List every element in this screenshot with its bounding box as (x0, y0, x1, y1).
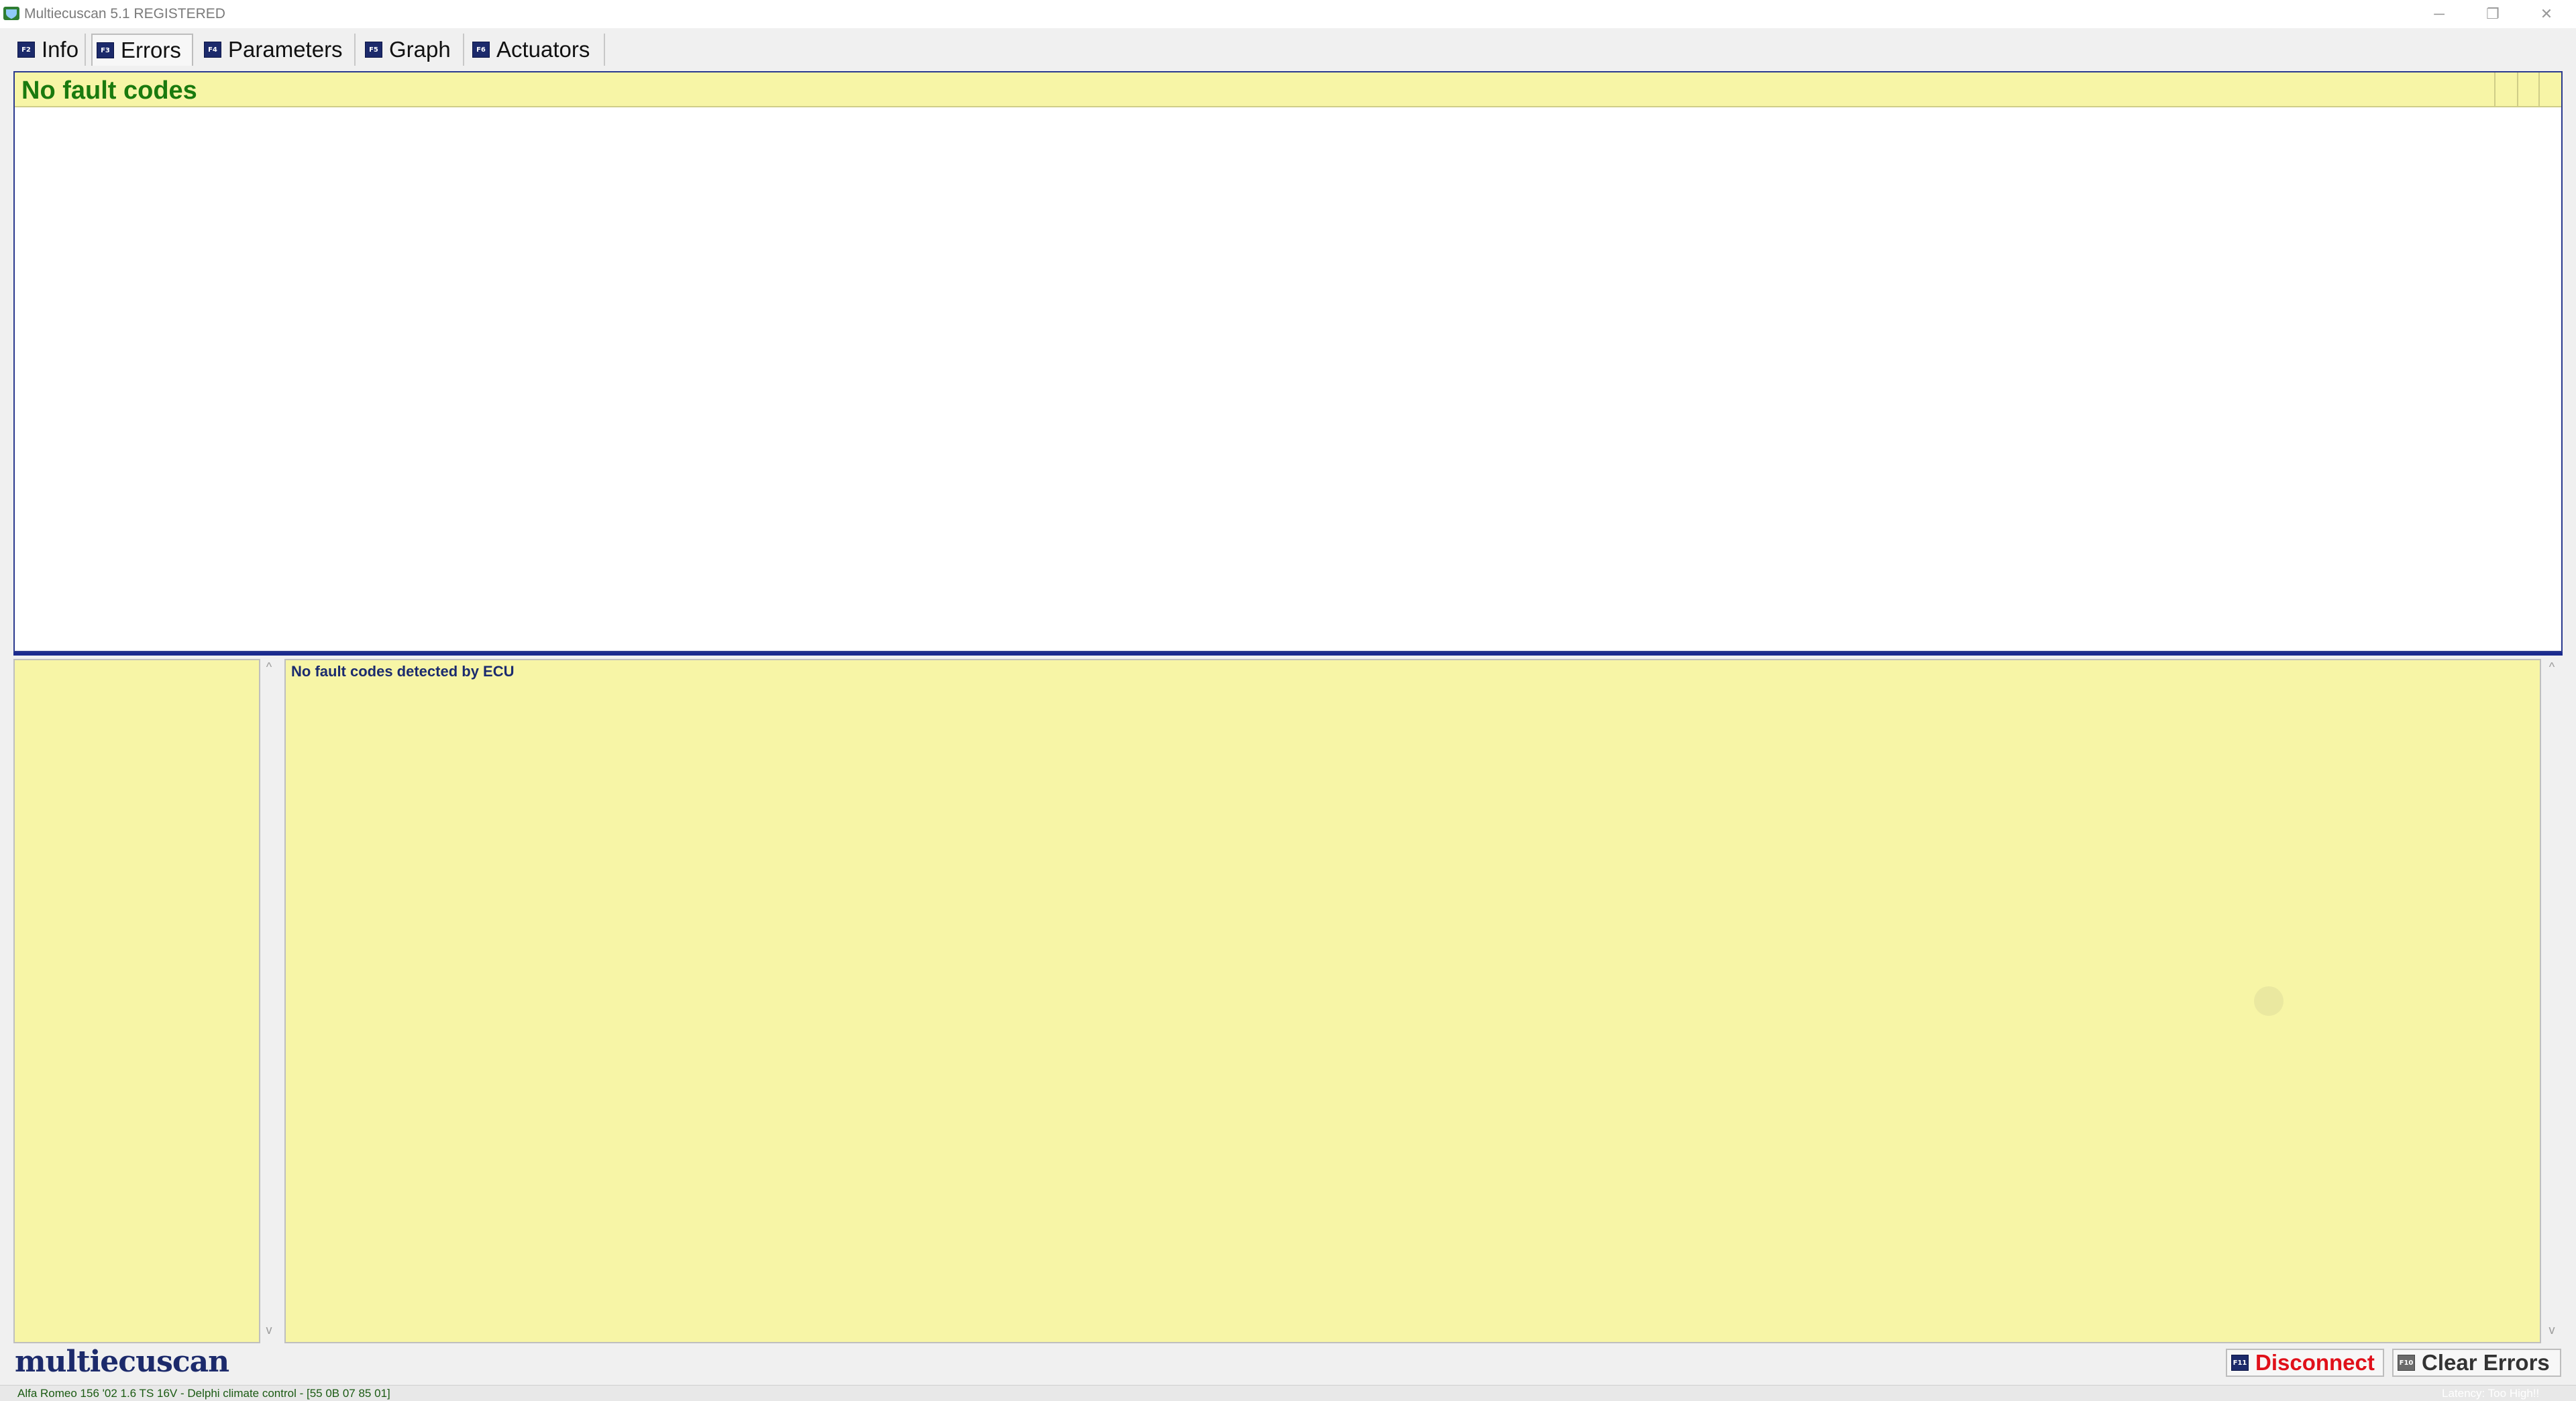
right-scrollbar[interactable]: ^ v (2542, 659, 2561, 1343)
error-detail-list[interactable] (13, 659, 260, 1343)
disconnect-label: Disconnect (2255, 1350, 2375, 1375)
scroll-up-icon[interactable]: ^ (262, 660, 276, 674)
maximize-button[interactable]: ❐ (2466, 0, 2520, 28)
f5-key-icon: F5 (365, 42, 382, 58)
tab-actuators[interactable]: F6 Actuators (468, 34, 605, 66)
scroll-up-icon[interactable]: ^ (2544, 660, 2559, 674)
column-separator (2494, 72, 2496, 106)
tab-errors-label: Errors (121, 38, 181, 62)
tab-info[interactable]: F2 Info (13, 34, 86, 66)
status-bar: Alfa Romeo 156 '02 1.6 TS 16V - Delphi c… (0, 1385, 2576, 1401)
scroll-down-icon[interactable]: v (262, 1323, 276, 1337)
tab-bar: F2 Info F3 Errors F4 Parameters F5 Graph… (0, 31, 2576, 68)
clear-errors-label: Clear Errors (2422, 1350, 2550, 1375)
tab-actuators-label: Actuators (496, 37, 590, 62)
tab-errors[interactable]: F3 Errors (91, 34, 193, 66)
multiecuscan-logo: multiecuscan (15, 1345, 229, 1379)
tab-info-label: Info (42, 37, 79, 62)
column-separator (2538, 72, 2540, 106)
disconnect-button[interactable]: F11 Disconnect (2226, 1349, 2384, 1377)
cursor-highlight (2254, 986, 2284, 1016)
latency-warning: Latency: Too High!! (2442, 1387, 2540, 1400)
f4-key-icon: F4 (204, 42, 221, 58)
tab-graph-label: Graph (389, 37, 451, 62)
close-button[interactable]: ✕ (2520, 0, 2573, 28)
clear-errors-button[interactable]: F10 Clear Errors (2392, 1349, 2561, 1377)
window-title: Multiecuscan 5.1 REGISTERED (24, 6, 225, 21)
splitter[interactable] (13, 652, 2563, 656)
minimize-button[interactable]: ─ (2412, 0, 2466, 28)
tab-parameters-label: Parameters (228, 37, 343, 62)
f6-key-icon: F6 (472, 42, 490, 58)
fault-code-list-header: No fault codes (15, 72, 2561, 107)
f11-key-icon: F11 (2231, 1355, 2249, 1371)
fault-code-list[interactable]: No fault codes (13, 71, 2563, 652)
title-bar: Multiecuscan 5.1 REGISTERED ─ ❐ ✕ (0, 0, 2576, 28)
column-separator (2517, 72, 2518, 106)
left-scrollbar[interactable]: ^ v (262, 659, 276, 1343)
tab-graph[interactable]: F5 Graph (361, 34, 464, 66)
error-detail-view[interactable]: No fault codes detected by ECU (284, 659, 2541, 1343)
vehicle-info: Alfa Romeo 156 '02 1.6 TS 16V - Delphi c… (17, 1387, 390, 1400)
f10-key-icon: F10 (2398, 1355, 2415, 1371)
f2-key-icon: F2 (17, 42, 35, 58)
detail-message: No fault codes detected by ECU (291, 663, 515, 680)
app-icon (3, 7, 19, 20)
fault-code-status: No fault codes (21, 76, 197, 105)
scroll-down-icon[interactable]: v (2544, 1323, 2559, 1337)
f3-key-icon: F3 (97, 42, 114, 58)
tab-parameters[interactable]: F4 Parameters (200, 34, 356, 66)
